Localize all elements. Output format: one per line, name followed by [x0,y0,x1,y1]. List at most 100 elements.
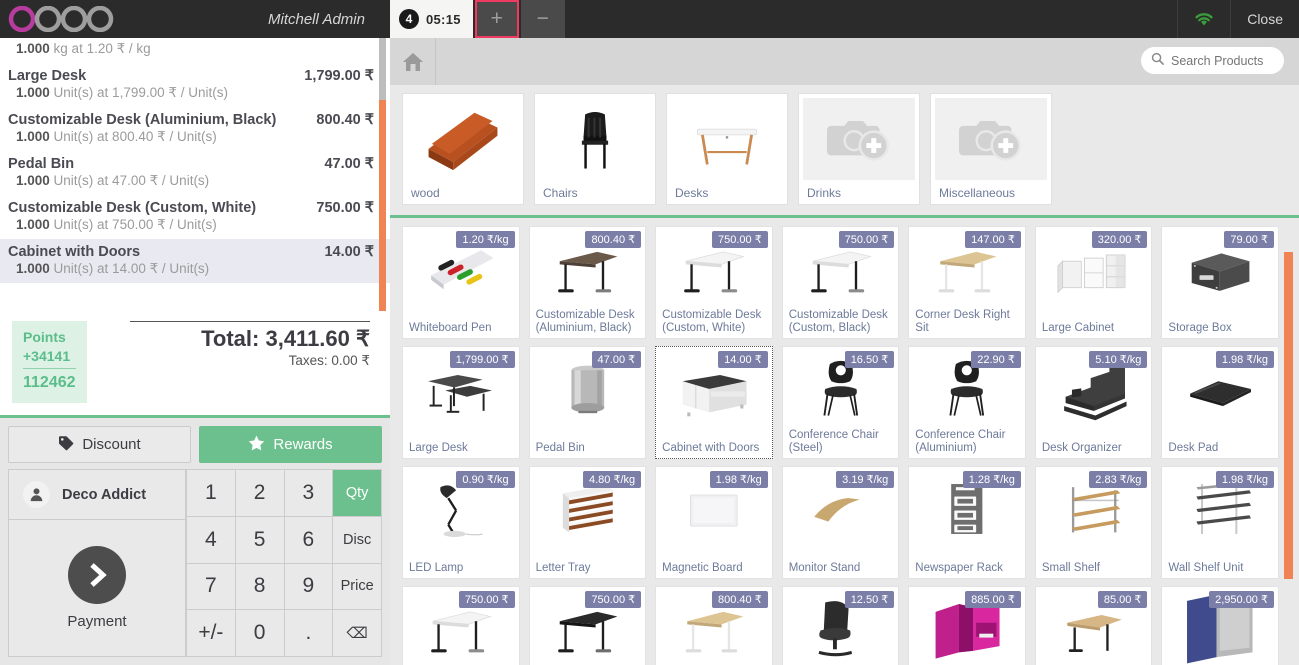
product-price: 800.40 ₹ [712,591,768,608]
home-icon[interactable] [390,38,436,85]
discount-button[interactable]: Discount [8,426,191,463]
product-tile[interactable]: 0.90 ₹/kg LED Lamp [402,466,520,579]
product-tile[interactable]: 1,799.00 ₹ Large Desk [402,346,520,459]
order-line[interactable]: Cabinet with Doors 14.00 ₹ 1.000 Unit(s) a… [0,239,390,283]
category-label: Drinks [807,186,842,200]
numpad-key-8[interactable]: 8 [235,563,285,611]
order-line[interactable]: 1.000 kg at 1.20 ₹ / kg [0,41,390,63]
product-tile[interactable]: 47.00 ₹ Pedal Bin [528,346,647,459]
product-tile[interactable]: 1.28 ₹/kg Newspaper Rack [908,466,1026,579]
numpad: 1 2 3 Qty 4 5 6 Disc 7 8 9 Price +/- 0. ⌫ [186,469,382,657]
numpad-key-5[interactable]: 5 [235,516,285,564]
current-user-label: Mitchell Admin [268,10,365,28]
rewards-button[interactable]: Rewards [199,426,382,463]
numpad-key-[interactable]: . [284,610,334,657]
product-tile[interactable]: 1.98 ₹/kg Wall Shelf Unit [1161,466,1279,579]
order-line[interactable]: Customizable Desk (Aluminium, Black) 800.… [0,107,390,151]
product-tile[interactable]: 750.00 ₹ Customizable Desk (Custom, Black… [781,226,900,339]
category-tile[interactable]: Desks [666,93,788,205]
category-tile[interactable]: wood [402,93,524,205]
numpad-key-4[interactable]: 4 [187,516,236,564]
numpad-key-7[interactable]: 7 [187,563,236,611]
rewards-label: Rewards [273,436,333,453]
product-tile[interactable]: 320.00 ₹ Large Cabinet [1034,226,1153,339]
chevron-right-icon [68,546,126,604]
product-tile[interactable]: 12.50 ₹ [781,586,900,665]
product-tile[interactable]: 22.90 ₹ Conference Chair (Aluminium) [908,346,1026,459]
order-panel: 1.000 kg at 1.20 ₹ / kg Large Desk 1,799.0… [0,38,390,665]
product-tile[interactable]: 750.00 ₹ [528,586,647,665]
product-tile[interactable]: 147.00 ₹ Corner Desk Right Sit [908,226,1026,339]
order-line[interactable]: Customizable Desk (Custom, White) 750.00 … [0,195,390,239]
product-tile[interactable]: 750.00 ₹ [402,586,520,665]
search-icon [1151,52,1164,70]
top-bar-right: Close [1177,0,1299,38]
product-price: 800.40 ₹ [585,231,642,248]
search-products-box[interactable] [1141,47,1284,74]
product-tile[interactable]: 800.40 ₹ Customizable Desk (Aluminium, Bl… [528,226,647,339]
category-image [539,98,651,180]
product-price: 885.00 ₹ [965,591,1021,608]
numpad-key-0[interactable]: 0 [235,610,285,657]
close-button[interactable]: Close [1230,0,1299,38]
tag-icon [58,435,74,455]
order-scroll-thumb-top[interactable] [379,38,386,100]
order-scrollbar[interactable] [379,38,388,311]
order-line-detail: 1.000 Unit(s) at 750.00 ₹ / Unit(s) [16,217,217,232]
product-price: 750.00 ₹ [585,591,642,608]
payment-button[interactable]: Payment [9,520,185,656]
product-tile[interactable]: 79.00 ₹ Storage Box [1161,226,1279,339]
numpad-key-2[interactable]: 2 [235,470,285,517]
customer-button[interactable]: Deco Addict [9,470,185,520]
numpad-key-qty[interactable]: Qty [333,470,382,517]
numpad-key-3[interactable]: 3 [284,470,334,517]
order-taxes: Taxes: 0.00 ₹ [288,352,370,368]
product-tile[interactable]: 800.40 ₹ [655,586,773,665]
product-tile[interactable]: 16.50 ₹ Conference Chair (Steel) [781,346,900,459]
product-tile[interactable]: 2.83 ₹/kg Small Shelf [1034,466,1153,579]
numpad-key-price[interactable]: Price [333,563,382,611]
product-tile[interactable]: 85.00 ₹ [1034,586,1153,665]
product-price: 1,799.00 ₹ [449,351,515,368]
numpad-key-[interactable]: ⌫ [333,610,382,657]
wifi-icon[interactable] [1177,0,1230,38]
product-tile[interactable]: 1.98 ₹/kg Magnetic Board [655,466,773,579]
order-tab[interactable]: 4 05:15 [390,0,473,38]
product-scroll-thumb[interactable] [1284,252,1293,579]
order-selector: 4 05:15 + − [390,0,565,38]
remove-order-button[interactable]: − [520,0,565,38]
product-price: 79.00 ₹ [1224,231,1274,248]
order-line[interactable]: Large Desk 1,799.00 ₹ 1.000 Unit(s) at 1,7… [0,63,390,107]
product-name: Letter Tray [535,561,591,574]
product-name: Newspaper Rack [915,561,1003,574]
product-tile[interactable]: 4.80 ₹/kg Letter Tray [528,466,647,579]
product-tile[interactable]: 750.00 ₹ Customizable Desk (Custom, White… [655,226,773,339]
product-tile[interactable]: 1.20 ₹/kg Whiteboard Pen [402,226,520,339]
add-order-button[interactable]: + [474,0,519,38]
product-price: 1.98 ₹/kg [1215,351,1274,368]
product-price: 22.90 ₹ [971,351,1021,368]
numpad-key-6[interactable]: 6 [284,516,334,564]
order-line[interactable]: Pedal Bin 47.00 ₹ 1.000 Unit(s) at 47.00 ₹… [0,151,390,195]
numpad-key-9[interactable]: 9 [284,563,334,611]
category-tile[interactable]: Chairs [534,93,656,205]
search-input[interactable] [1171,53,1274,68]
product-tile[interactable]: 3.19 ₹/kg Monitor Stand [781,466,900,579]
product-tile[interactable]: 14.00 ₹ Cabinet with Doors [655,346,773,459]
product-scrollbar[interactable] [1284,250,1296,665]
product-name: Wall Shelf Unit [1168,561,1244,574]
numpad-key-[interactable]: +/- [187,610,236,657]
numpad-key-disc[interactable]: Disc [333,516,382,564]
payment-label: Payment [67,613,127,630]
category-label: wood [411,186,440,200]
product-tile[interactable]: 1.98 ₹/kg Desk Pad [1161,346,1279,459]
category-tile[interactable]: Drinks [798,93,920,205]
product-tile[interactable]: 5.10 ₹/kg Desk Organizer [1034,346,1153,459]
numpad-key-1[interactable]: 1 [187,470,236,517]
category-tile[interactable]: Miscellaneous [930,93,1052,205]
customer-column: Deco Addict Payment [8,469,186,657]
order-scroll-thumb[interactable] [379,100,386,311]
product-tile[interactable]: 885.00 ₹ [908,586,1026,665]
product-tile[interactable]: 2,950.00 ₹ [1161,586,1279,665]
order-line-price: 14.00 ₹ [324,244,374,260]
